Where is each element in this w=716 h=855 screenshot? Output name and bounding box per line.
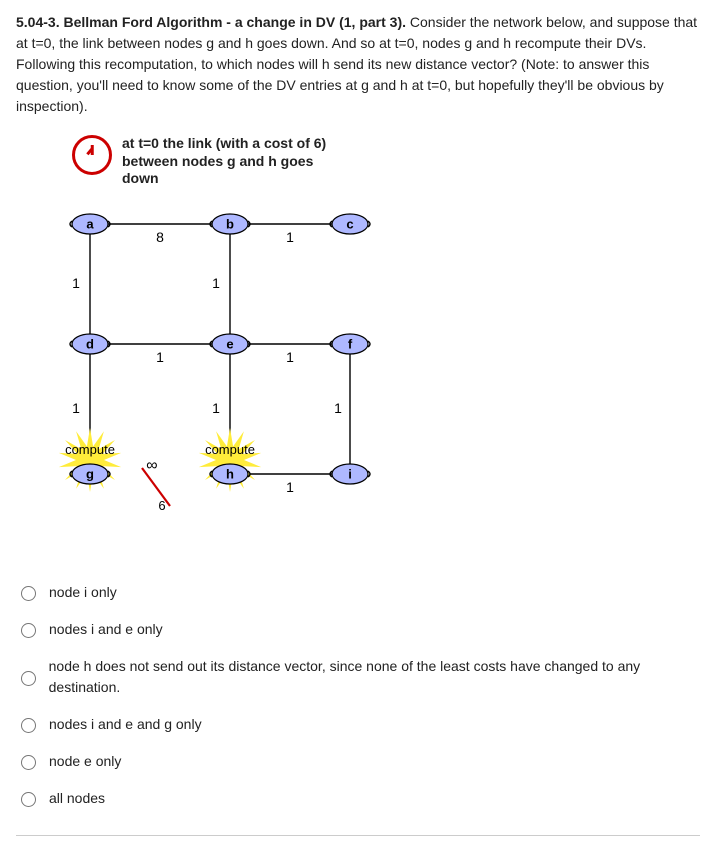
answer-label: nodes i and e and g only [49, 714, 202, 735]
question-text: 5.04-3. Bellman Ford Algorithm - a chang… [16, 12, 700, 117]
svg-text:8: 8 [156, 229, 164, 245]
radio-opt3[interactable] [21, 671, 36, 686]
answer-label: node e only [49, 751, 121, 772]
radio-opt6[interactable] [21, 792, 36, 807]
svg-text:1: 1 [286, 479, 294, 495]
svg-text:1: 1 [156, 349, 164, 365]
answer-option[interactable]: nodes i and e only [16, 611, 700, 648]
radio-opt2[interactable] [21, 623, 36, 638]
svg-text:c: c [346, 216, 353, 231]
svg-text:1: 1 [72, 275, 80, 291]
answer-label: nodes i and e only [49, 619, 163, 640]
clock-icon [72, 135, 112, 175]
answer-option[interactable]: node h does not send out its distance ve… [16, 648, 700, 706]
svg-text:compute: compute [65, 442, 115, 457]
svg-text:∞: ∞ [146, 457, 157, 474]
svg-text:compute: compute [205, 442, 255, 457]
answer-option[interactable]: node e only [16, 743, 700, 780]
svg-text:1: 1 [286, 349, 294, 365]
answer-label: node h does not send out its distance ve… [49, 656, 700, 698]
svg-text:b: b [226, 216, 234, 231]
svg-text:a: a [86, 216, 94, 231]
answer-list: node i only nodes i and e only node h do… [16, 574, 700, 817]
radio-opt1[interactable] [21, 586, 36, 601]
svg-text:h: h [226, 466, 234, 481]
radio-opt4[interactable] [21, 718, 36, 733]
answer-option[interactable]: node i only [16, 574, 700, 611]
diagram-caption: at t=0 the link (with a cost of 6) betwe… [72, 135, 700, 188]
svg-text:1: 1 [212, 275, 220, 291]
diagram: at t=0 the link (with a cost of 6) betwe… [30, 135, 700, 514]
caption-text: at t=0 the link (with a cost of 6) betwe… [122, 135, 342, 188]
svg-text:1: 1 [334, 400, 342, 416]
answer-option[interactable]: nodes i and e and g only [16, 706, 700, 743]
svg-text:e: e [226, 336, 233, 351]
answer-label: node i only [49, 582, 117, 603]
radio-opt5[interactable] [21, 755, 36, 770]
network-svg: compute compute ∞ 6 a b c d e f g h i 8 1 1 1 1 1 1 1 1 1 [30, 194, 400, 514]
answer-label: all nodes [49, 788, 105, 809]
divider [16, 835, 700, 836]
answer-option[interactable]: all nodes [16, 780, 700, 817]
question-title: 5.04-3. Bellman Ford Algorithm - a chang… [16, 14, 406, 30]
svg-text:f: f [348, 336, 353, 351]
svg-text:d: d [86, 336, 94, 351]
svg-text:6: 6 [158, 498, 165, 513]
svg-text:1: 1 [72, 400, 80, 416]
svg-text:1: 1 [212, 400, 220, 416]
svg-text:i: i [348, 466, 352, 481]
svg-text:g: g [86, 466, 94, 481]
svg-text:1: 1 [286, 229, 294, 245]
